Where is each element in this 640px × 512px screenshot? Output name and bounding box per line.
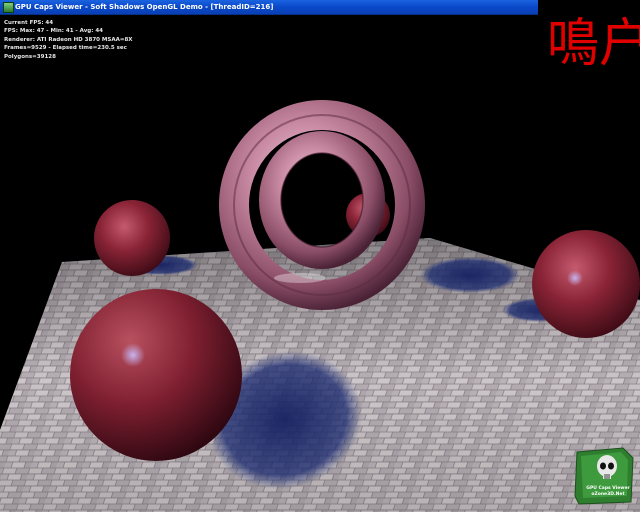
app-icon	[3, 2, 14, 13]
left-sphere	[94, 200, 170, 276]
hud-renderer: Renderer: ATI Radeon HD 3870 MSAA=8X	[4, 36, 133, 43]
hud-stats: Current FPS: 44 FPS: Max: 47 - Min: 41 -…	[4, 19, 133, 61]
badge-label: GPU Caps Viewer oZone3D.Net	[582, 486, 634, 498]
front-sphere	[70, 289, 242, 461]
badge-line2: oZone3D.Net	[591, 492, 625, 497]
hud-polygons: Polygons=39128	[4, 53, 56, 60]
render-viewport[interactable]	[0, 0, 640, 512]
right-sphere	[532, 230, 640, 338]
hud-fps-stats: FPS: Max: 47 - Min: 41 - Avg: 44	[4, 28, 103, 35]
calligraphy-logo: 鳴户	[547, 14, 640, 74]
window-title-bar[interactable]: GPU Caps Viewer - Soft Shadows OpenGL De…	[0, 0, 538, 15]
logo-text: 鳴户	[547, 14, 640, 74]
hud-frames: Frames=9529 - Elapsed time=230.5 sec	[4, 45, 127, 52]
window-title: GPU Caps Viewer - Soft Shadows OpenGL De…	[15, 3, 274, 11]
hud-current-fps: Current FPS: 44	[4, 20, 54, 26]
